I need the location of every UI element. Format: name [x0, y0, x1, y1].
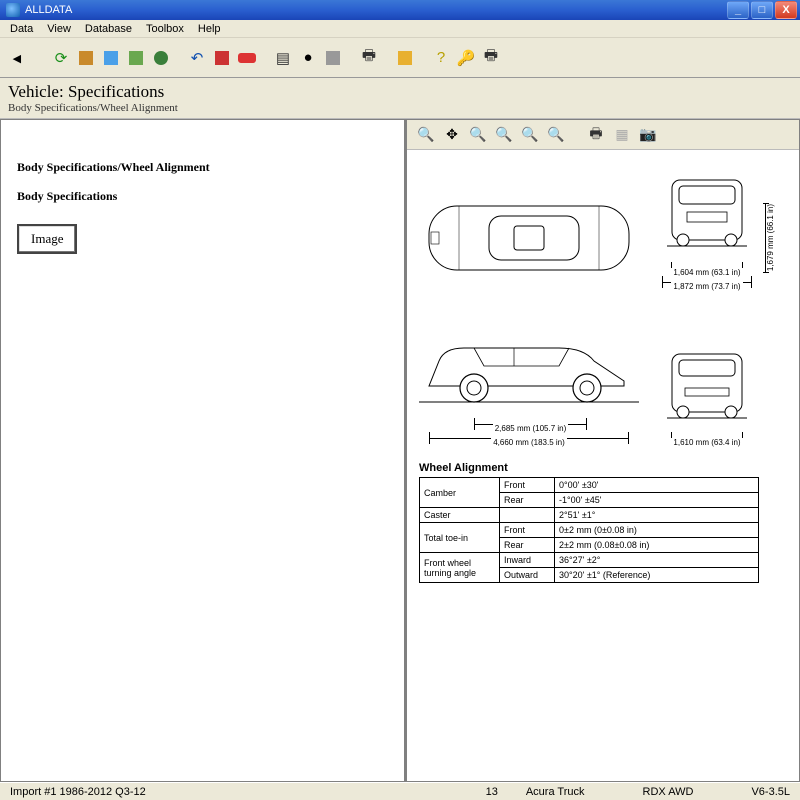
dot-icon[interactable]: ● [297, 47, 319, 69]
undo-icon[interactable]: ↶ [186, 47, 208, 69]
wa-val: 0°00' ±30' [555, 478, 759, 493]
wa-val: 0±2 mm (0±0.08 in) [555, 523, 759, 538]
vehicle-rear-view [657, 340, 757, 430]
dim-height: 1,679 mm (66.1 in) [766, 204, 775, 271]
zoom-actual-icon[interactable]: 🔍 [493, 124, 515, 146]
status-bar: Import #1 1986-2012 Q3-12 13 Acura Truck… [0, 782, 800, 800]
zoom-disabled-icon: 🔍 [545, 124, 567, 146]
database-icon[interactable] [75, 47, 97, 69]
window-close-button[interactable]: X [775, 1, 797, 19]
wa-val: 36°27' ±2° [555, 553, 759, 568]
pan-icon[interactable]: ✥ [441, 124, 463, 146]
wheel-alignment-heading: Wheel Alignment [419, 462, 787, 474]
globe-icon[interactable] [150, 47, 172, 69]
table-row: Camber Front 0°00' ±30' [420, 478, 759, 493]
menu-database[interactable]: Database [79, 22, 138, 36]
wa-param: Total toe-in [420, 523, 500, 553]
tree-icon[interactable] [125, 47, 147, 69]
page-header: Vehicle: Specifications Body Specificati… [0, 78, 800, 119]
car-icon[interactable] [236, 47, 258, 69]
status-dataset: Import #1 1986-2012 Q3-12 [6, 786, 150, 798]
wa-val: 30°20' ±1° (Reference) [555, 568, 759, 583]
key-icon[interactable]: 🔑 [455, 47, 477, 69]
menubar: Data View Database Toolbox Help [0, 20, 800, 38]
back-button[interactable]: ◂ [6, 47, 28, 69]
navigation-pane: Body Specifications/Wheel Alignment Body… [0, 119, 406, 782]
wa-pos: Outward [500, 568, 555, 583]
wa-param: Front wheel turning angle [420, 553, 500, 583]
image-button[interactable]: Image [17, 224, 77, 254]
table-row: Front wheel turning angle Inward 36°27' … [420, 553, 759, 568]
menu-view[interactable]: View [41, 22, 77, 36]
table-row: Total toe-in Front 0±2 mm (0±0.08 in) [420, 523, 759, 538]
camera-icon[interactable]: 📷 [637, 124, 659, 146]
content-pane: 🔍 ✥ 🔍 🔍 🔍 🔍 🖶 ▦ 📷 [406, 119, 800, 782]
nav-path: Body Specifications/Wheel Alignment [17, 160, 404, 175]
window-maximize-button[interactable]: □ [751, 1, 773, 19]
print-image-icon[interactable]: 🖶 [585, 124, 607, 146]
print-icon[interactable]: 🖶 [358, 47, 380, 69]
table-row: Caster 2°51' ±1° [420, 508, 759, 523]
vehicle-top-view [419, 188, 639, 288]
zoom-fit-icon[interactable]: 🔍 [467, 124, 489, 146]
list-icon[interactable]: ▤ [272, 47, 294, 69]
status-model: RDX AWD [639, 786, 698, 798]
vehicle-diagram: 1,604 mm (63.1 in) 1,872 mm (73.7 in) 1,… [419, 160, 787, 583]
zoom-out-icon[interactable]: 🔍 [519, 124, 541, 146]
vehicle-select-icon[interactable] [100, 47, 122, 69]
window-title: ALLDATA [25, 4, 72, 16]
page-title: Vehicle: Specifications [8, 82, 792, 102]
breadcrumb: Body Specifications/Wheel Alignment [8, 102, 792, 114]
image-toolbar: 🔍 ✥ 🔍 🔍 🔍 🔍 🖶 ▦ 📷 [407, 120, 799, 150]
toolbar: ◂ ⟳ ↶ ▤ ● 🖶 ? 🔑 🖶 [0, 38, 800, 78]
status-id: 13 [482, 786, 502, 798]
print2-icon[interactable]: 🖶 [480, 47, 502, 69]
vehicle-front-view [657, 160, 757, 260]
help-icon[interactable]: ? [430, 47, 452, 69]
dim-length: 4,660 mm (183.5 in) [491, 438, 567, 447]
wa-pos: Rear [500, 493, 555, 508]
status-engine: V6-3.5L [747, 786, 794, 798]
folder-icon[interactable] [394, 47, 416, 69]
wheel-alignment-table: Camber Front 0°00' ±30' Rear -1°00' ±45'… [419, 477, 759, 583]
main-split: Body Specifications/Wheel Alignment Body… [0, 119, 800, 782]
dim-rear-track: 1,610 mm (63.4 in) [671, 438, 742, 447]
app-icon [6, 3, 20, 17]
window-minimize-button[interactable]: _ [727, 1, 749, 19]
calendar-icon[interactable] [322, 47, 344, 69]
wa-param: Camber [420, 478, 500, 508]
menu-data[interactable]: Data [4, 22, 39, 36]
wa-pos: Front [500, 523, 555, 538]
wa-param: Caster [420, 508, 500, 523]
diagram-viewport[interactable]: 1,604 mm (63.1 in) 1,872 mm (73.7 in) 1,… [407, 150, 799, 781]
vehicle-side-view [419, 326, 639, 416]
grid-icon[interactable]: ▦ [611, 124, 633, 146]
status-make: Acura Truck [522, 786, 589, 798]
wa-val: 2°51' ±1° [555, 508, 759, 523]
refresh-icon[interactable]: ⟳ [50, 47, 72, 69]
menu-help[interactable]: Help [192, 22, 227, 36]
wa-val: 2±2 mm (0.08±0.08 in) [555, 538, 759, 553]
nav-section: Body Specifications [17, 189, 404, 204]
bookmark-icon[interactable] [211, 47, 233, 69]
menu-toolbox[interactable]: Toolbox [140, 22, 190, 36]
wa-pos [500, 508, 555, 523]
dim-track-width: 1,872 mm (73.7 in) [671, 282, 742, 291]
zoom-in-icon[interactable]: 🔍 [415, 124, 437, 146]
wa-pos: Front [500, 478, 555, 493]
wa-pos: Inward [500, 553, 555, 568]
wa-val: -1°00' ±45' [555, 493, 759, 508]
wa-pos: Rear [500, 538, 555, 553]
window-titlebar: ALLDATA _ □ X [0, 0, 800, 20]
